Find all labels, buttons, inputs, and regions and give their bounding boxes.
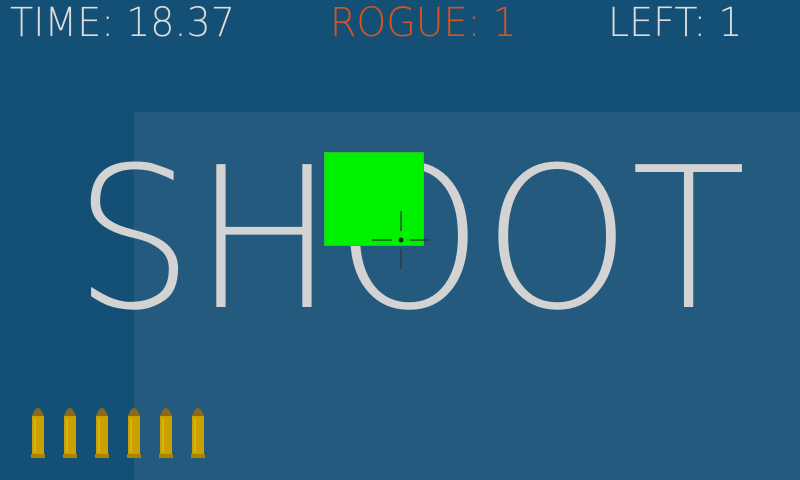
crosshair-icon [372,211,430,269]
game-stage[interactable]: TIME: 18.37 ROGUE: 1 LEFT: 1 SHOOT [0,0,800,480]
bullet-icon [62,402,78,460]
bullet-icon [126,402,142,460]
ammo-bar [30,402,206,462]
bullet-icon [94,402,110,460]
bullet-icon [30,402,46,460]
time-counter: TIME: 18.37 [10,0,235,46]
left-counter: LEFT: 1 [608,0,743,46]
bullet-icon [190,402,206,460]
bullet-icon [158,402,174,460]
rogue-counter: ROGUE: 1 [330,0,517,46]
